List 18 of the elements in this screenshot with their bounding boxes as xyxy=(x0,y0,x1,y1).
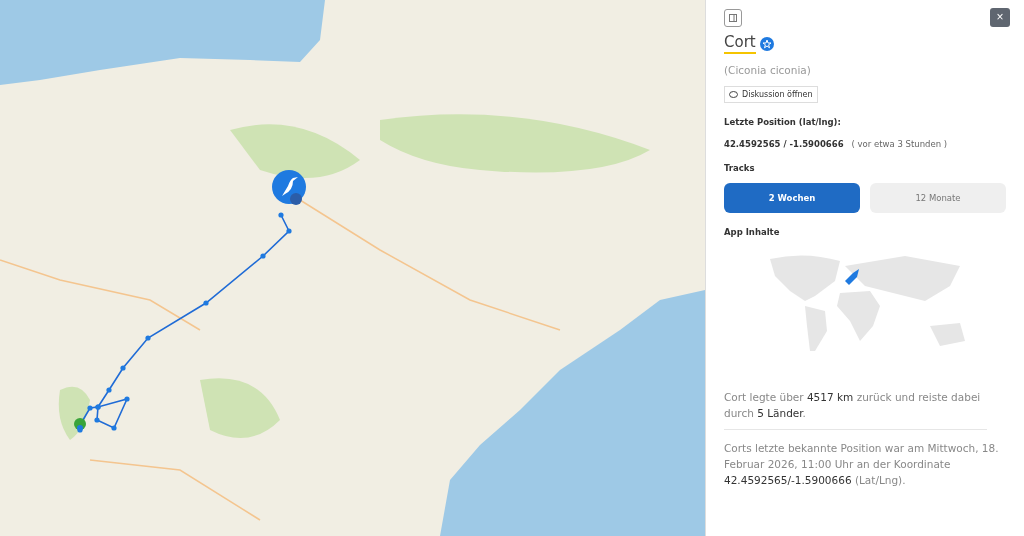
last-position-text: Corts letzte bekannte Position war am Mittwoch, 18. Februar 2026, 11:00 Uhr an der Koordinate 42.4592565/-1.5900666 (Lat/Lng). xyxy=(724,441,1000,488)
bird-name: Cort xyxy=(724,33,756,54)
app-content-label: App Inhalte xyxy=(724,227,781,237)
chat-icon xyxy=(729,90,738,99)
track-tab[interactable]: 2 Wochen xyxy=(724,183,860,213)
position-label: Letzte Position (lat/lng): xyxy=(724,117,842,127)
distance-summary: Cort legte über 4517 km zurück und reiste dabei durch 5 Länder. xyxy=(724,390,982,421)
track-tab[interactable]: 12 Monate xyxy=(870,183,1006,213)
star-badge-icon xyxy=(759,36,774,51)
sidebar-toggle-icon[interactable] xyxy=(724,8,742,27)
tracks-label: Tracks xyxy=(724,163,756,173)
close-button[interactable]: × xyxy=(990,8,1010,27)
stork-marker-icon[interactable] xyxy=(272,170,306,205)
position-age: ( vor etwa 3 Stunden ) xyxy=(851,139,948,149)
species-name: (Ciconia ciconia) xyxy=(724,64,812,76)
start-marker-icon xyxy=(74,418,86,431)
discussion-button[interactable]: Diskussion öffnen xyxy=(724,86,818,103)
position-value: 42.4592565 / -1.5900666 xyxy=(724,139,844,149)
